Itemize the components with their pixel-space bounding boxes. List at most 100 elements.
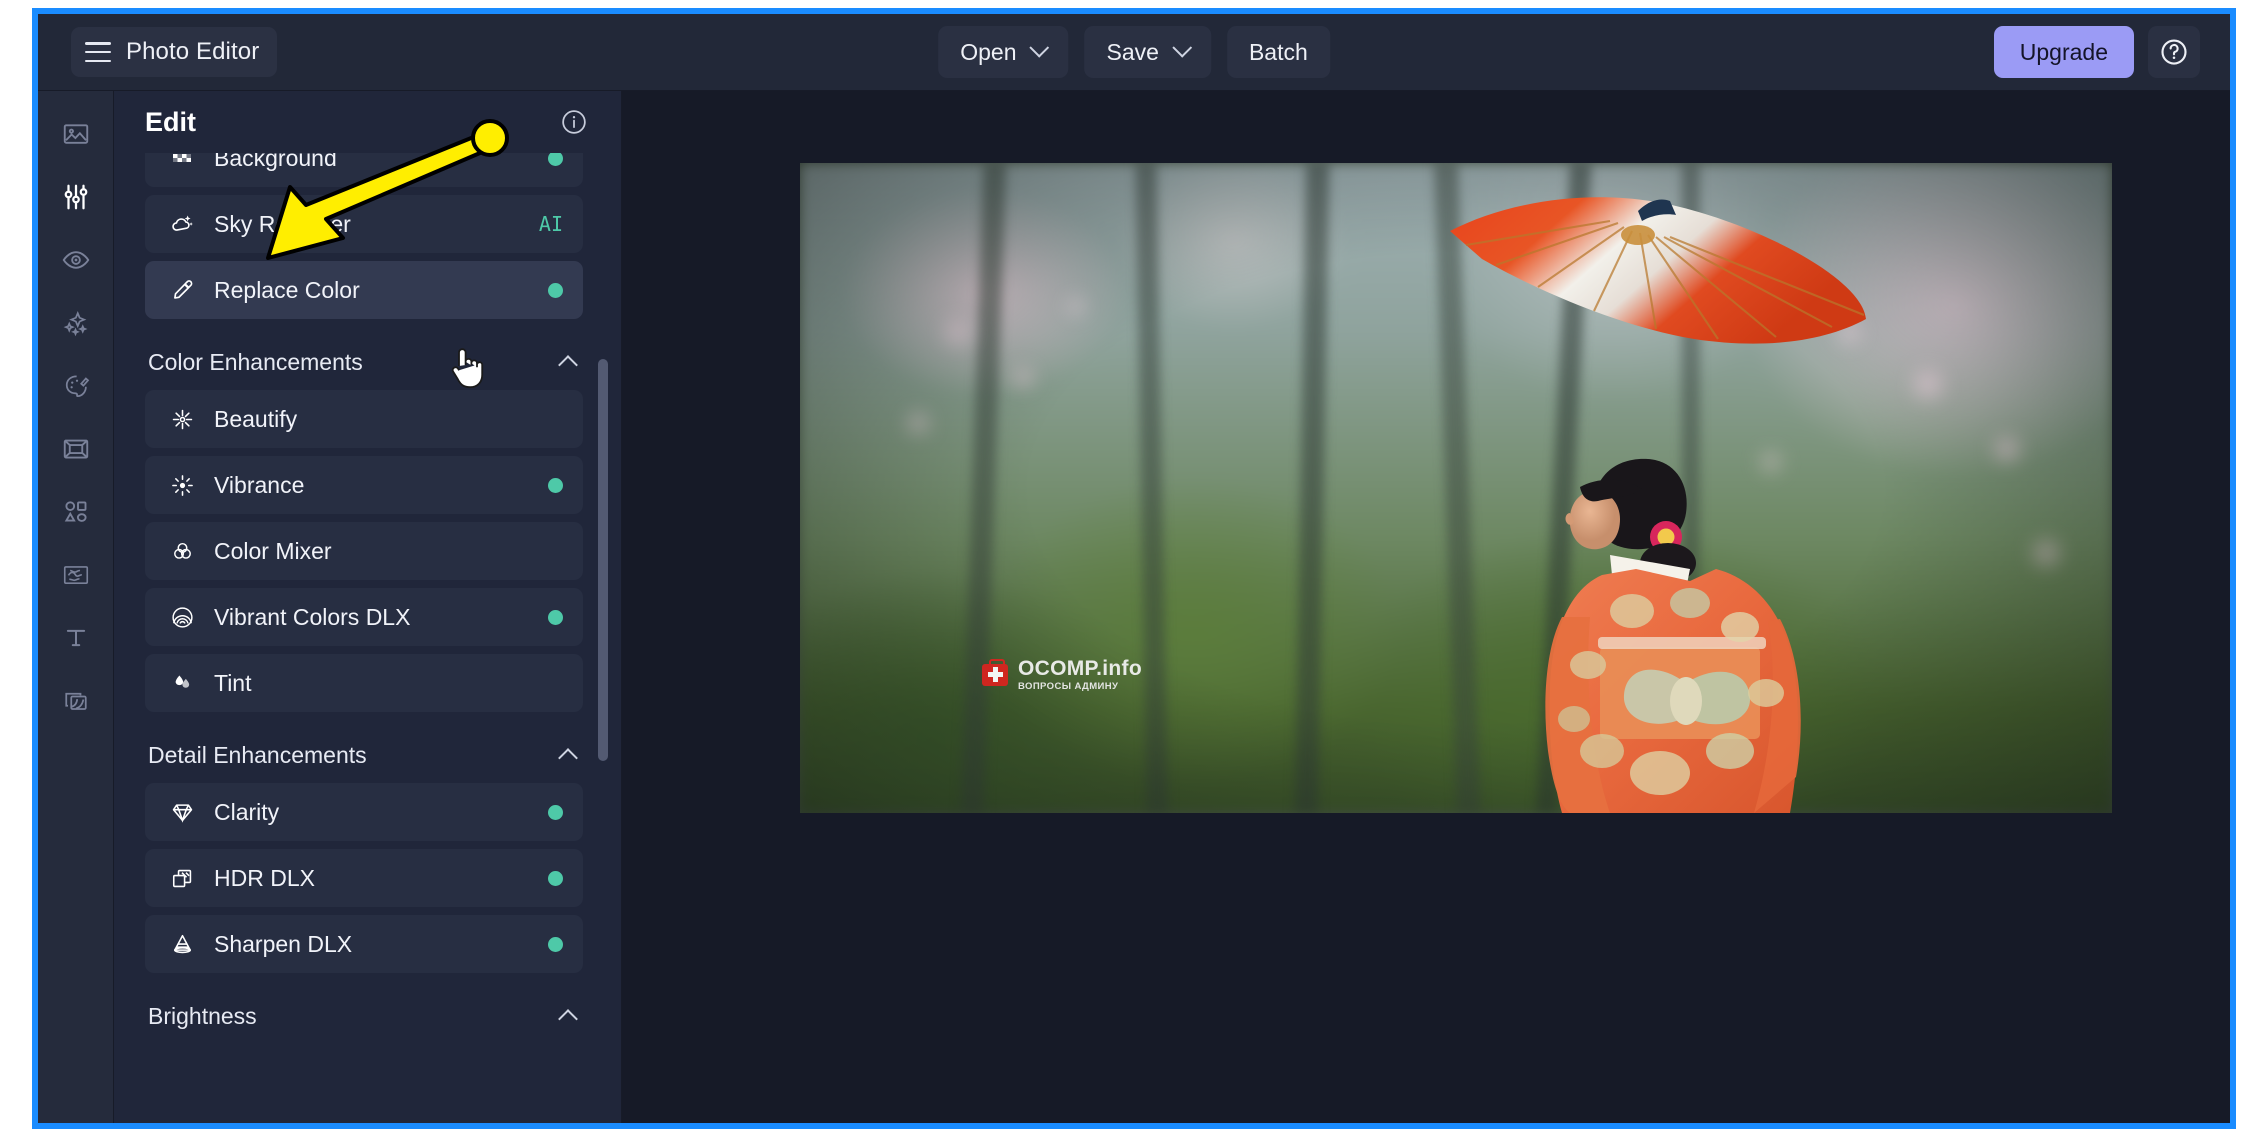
tool-label: Vibrance: [214, 471, 305, 498]
section-header-detail-enhancements[interactable]: Detail Enhancements: [145, 720, 583, 783]
tool-row-vibrance[interactable]: Vibrance: [145, 456, 583, 514]
texture-icon: [63, 566, 88, 584]
kimono-figure-graphic: [1545, 458, 1801, 813]
tool-rail: [38, 91, 114, 1123]
chevron-down-icon: [1029, 37, 1050, 58]
top-right-actions: Upgrade: [1993, 26, 2200, 78]
tool-row-hdr-dlx[interactable]: HDR DLX: [145, 849, 583, 907]
flower-icon: [167, 407, 197, 432]
open-button[interactable]: Open: [938, 26, 1069, 78]
venn-circles-icon: [167, 539, 197, 564]
watermark-title: OCOMP.info: [1018, 657, 1142, 680]
app-menu-button[interactable]: Photo Editor: [71, 27, 278, 77]
rail-item-shapes[interactable]: [50, 492, 102, 532]
tool-row-tint[interactable]: Tint: [145, 654, 583, 712]
batch-button[interactable]: Batch: [1226, 26, 1330, 78]
tool-label: Vibrant Colors DLX: [214, 603, 411, 630]
screenshot-frame: Photo Editor Open Save Batch Upgrade Edi…: [32, 8, 2236, 1129]
tool-row-sky-replacer[interactable]: Sky Replacer AI: [145, 195, 583, 253]
tool-label: Replace Color: [214, 276, 360, 303]
rail-item-color[interactable]: [50, 366, 102, 406]
panel-scrollbar[interactable]: [598, 359, 608, 761]
watermark-texts: OCOMP.info ВОПРОСЫ АДМИНУ: [1018, 658, 1142, 692]
cross-icon: [987, 667, 1003, 683]
rail-item-image[interactable]: [50, 114, 102, 154]
eyedropper-icon: [167, 278, 197, 303]
section-header-color-enhancements[interactable]: Color Enhancements: [145, 327, 583, 390]
tool-label: Color Mixer: [214, 537, 332, 564]
rail-item-texture[interactable]: [50, 555, 102, 595]
panel-title: Edit: [145, 106, 196, 137]
upgrade-button-label: Upgrade: [2019, 38, 2108, 65]
palette-icon: [65, 375, 89, 398]
cone-icon: [167, 932, 197, 957]
frame-icon: [63, 439, 88, 459]
toolbar-actions: Open Save Batch: [938, 26, 1330, 78]
info-circle-icon[interactable]: [560, 108, 588, 136]
chevron-up-icon: [558, 748, 578, 768]
tool-row-clarity[interactable]: Clarity: [145, 783, 583, 841]
eye-icon: [62, 251, 89, 269]
cloud-sun-icon: [167, 211, 197, 237]
active-dot: [548, 282, 563, 298]
active-dot: [548, 804, 563, 820]
app-title: Photo Editor: [126, 38, 260, 65]
tool-row-replace-color[interactable]: Replace Color: [145, 261, 583, 319]
image-icon: [63, 124, 88, 144]
upgrade-button[interactable]: Upgrade: [1993, 26, 2134, 78]
parasol-graphic: [1450, 197, 1866, 344]
tool-list: Background Sky Replacer AI Replace Color…: [145, 129, 583, 1044]
tool-label: Beautify: [214, 405, 298, 432]
help-button[interactable]: [2148, 26, 2200, 78]
open-button-label: Open: [960, 38, 1017, 65]
active-dot: [548, 477, 563, 493]
active-dot: [548, 609, 563, 625]
chevron-down-icon: [1172, 37, 1192, 58]
rail-item-layers[interactable]: [50, 681, 102, 721]
tool-row-vibrant-colors-dlx[interactable]: Vibrant Colors DLX: [145, 588, 583, 646]
save-button[interactable]: Save: [1084, 26, 1211, 78]
rail-item-adjust[interactable]: [50, 177, 102, 217]
section-label: Color Enhancements: [148, 349, 363, 375]
sparkles-icon: [63, 310, 87, 337]
tool-row-sharpen-dlx[interactable]: Sharpen DLX: [145, 915, 583, 973]
section-label: Detail Enhancements: [148, 742, 367, 768]
active-dot: [548, 936, 563, 952]
text-icon: [66, 629, 85, 647]
chevron-up-icon: [558, 1009, 578, 1029]
rainbow-icon: [167, 605, 197, 630]
panel-scroll-area[interactable]: Background Sky Replacer AI Replace Color…: [114, 129, 621, 1123]
ai-badge: AI: [538, 212, 563, 236]
photo-preview[interactable]: OCOMP.info ВОПРОСЫ АДМИНУ: [800, 163, 2112, 813]
chevron-up-icon: [558, 355, 578, 375]
photo-subject: [1440, 191, 2000, 813]
tool-label: HDR DLX: [214, 864, 315, 891]
tool-row-color-mixer[interactable]: Color Mixer: [145, 522, 583, 580]
section-header-brightness[interactable]: Brightness: [145, 981, 583, 1044]
edit-panel: Edit Background Sky Replacer AI Replace …: [114, 91, 622, 1123]
top-toolbar: Photo Editor Open Save Batch Upgrade: [38, 14, 2230, 91]
panel-header: Edit: [114, 91, 621, 153]
canvas-area[interactable]: OCOMP.info ВОПРОСЫ АДМИНУ: [622, 91, 2230, 1123]
watermark-subtitle: ВОПРОСЫ АДМИНУ: [1018, 681, 1119, 692]
rail-item-frame[interactable]: [50, 429, 102, 469]
tool-label: Sharpen DLX: [214, 930, 353, 957]
shapes-icon: [64, 501, 87, 522]
diamond-icon: [167, 800, 197, 825]
sliders-icon: [64, 184, 87, 210]
rail-item-effects[interactable]: [50, 303, 102, 343]
hamburger-icon: [85, 42, 111, 62]
droplets-icon: [167, 671, 197, 696]
watermark: OCOMP.info ВОПРОСЫ АДМИНУ: [982, 658, 1142, 692]
rail-item-preview[interactable]: [50, 240, 102, 280]
layers-icon: [64, 692, 87, 710]
tool-label: Tint: [214, 669, 252, 696]
save-button-label: Save: [1106, 38, 1159, 65]
first-aid-kit-icon: [982, 658, 1008, 686]
batch-button-label: Batch: [1248, 38, 1308, 65]
tool-row-beautify[interactable]: Beautify: [145, 390, 583, 448]
burst-icon: [167, 473, 197, 498]
active-dot: [548, 870, 563, 886]
rail-item-text[interactable]: [50, 618, 102, 658]
tool-label: Sky Replacer: [214, 210, 351, 237]
